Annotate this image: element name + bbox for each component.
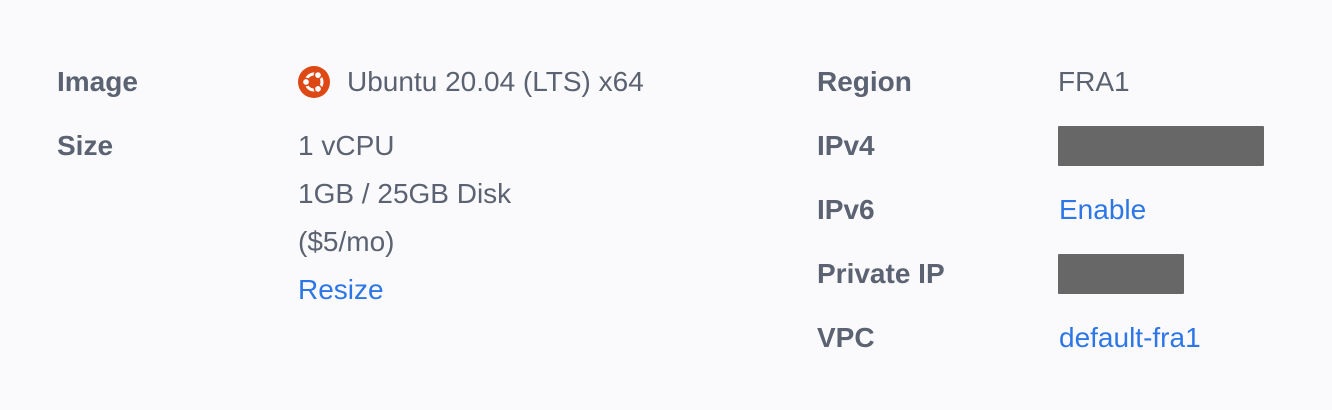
ipv6-label: IPv6 (817, 194, 875, 225)
private-ip-redacted-value[interactable] (1058, 254, 1184, 294)
ipv4-label: IPv4 (817, 130, 875, 161)
vpc-label: VPC (817, 322, 875, 353)
ipv4-redacted-value[interactable] (1058, 126, 1264, 166)
ubuntu-icon (297, 65, 331, 99)
private-ip-label: Private IP (817, 258, 945, 289)
ipv6-enable-link[interactable]: Enable (1059, 192, 1146, 228)
region-value: FRA1 (1058, 66, 1130, 97)
resize-link[interactable]: Resize (298, 272, 384, 308)
region-label: Region (817, 66, 912, 97)
image-value-row: Ubuntu 20.04 (LTS) x64 (297, 64, 644, 100)
size-disk: 1GB / 25GB Disk (298, 178, 512, 209)
image-label: Image (57, 66, 138, 97)
size-price: ($5/mo) (298, 226, 395, 257)
vpc-link[interactable]: default-fra1 (1059, 320, 1201, 356)
droplet-details-panel: Image Ubuntu 20.04 (LTS) x64 Size 1 vCPU… (0, 0, 1332, 410)
size-label: Size (57, 130, 114, 161)
size-vcpu: 1 vCPU (298, 130, 395, 161)
image-value: Ubuntu 20.04 (LTS) x64 (347, 66, 644, 97)
